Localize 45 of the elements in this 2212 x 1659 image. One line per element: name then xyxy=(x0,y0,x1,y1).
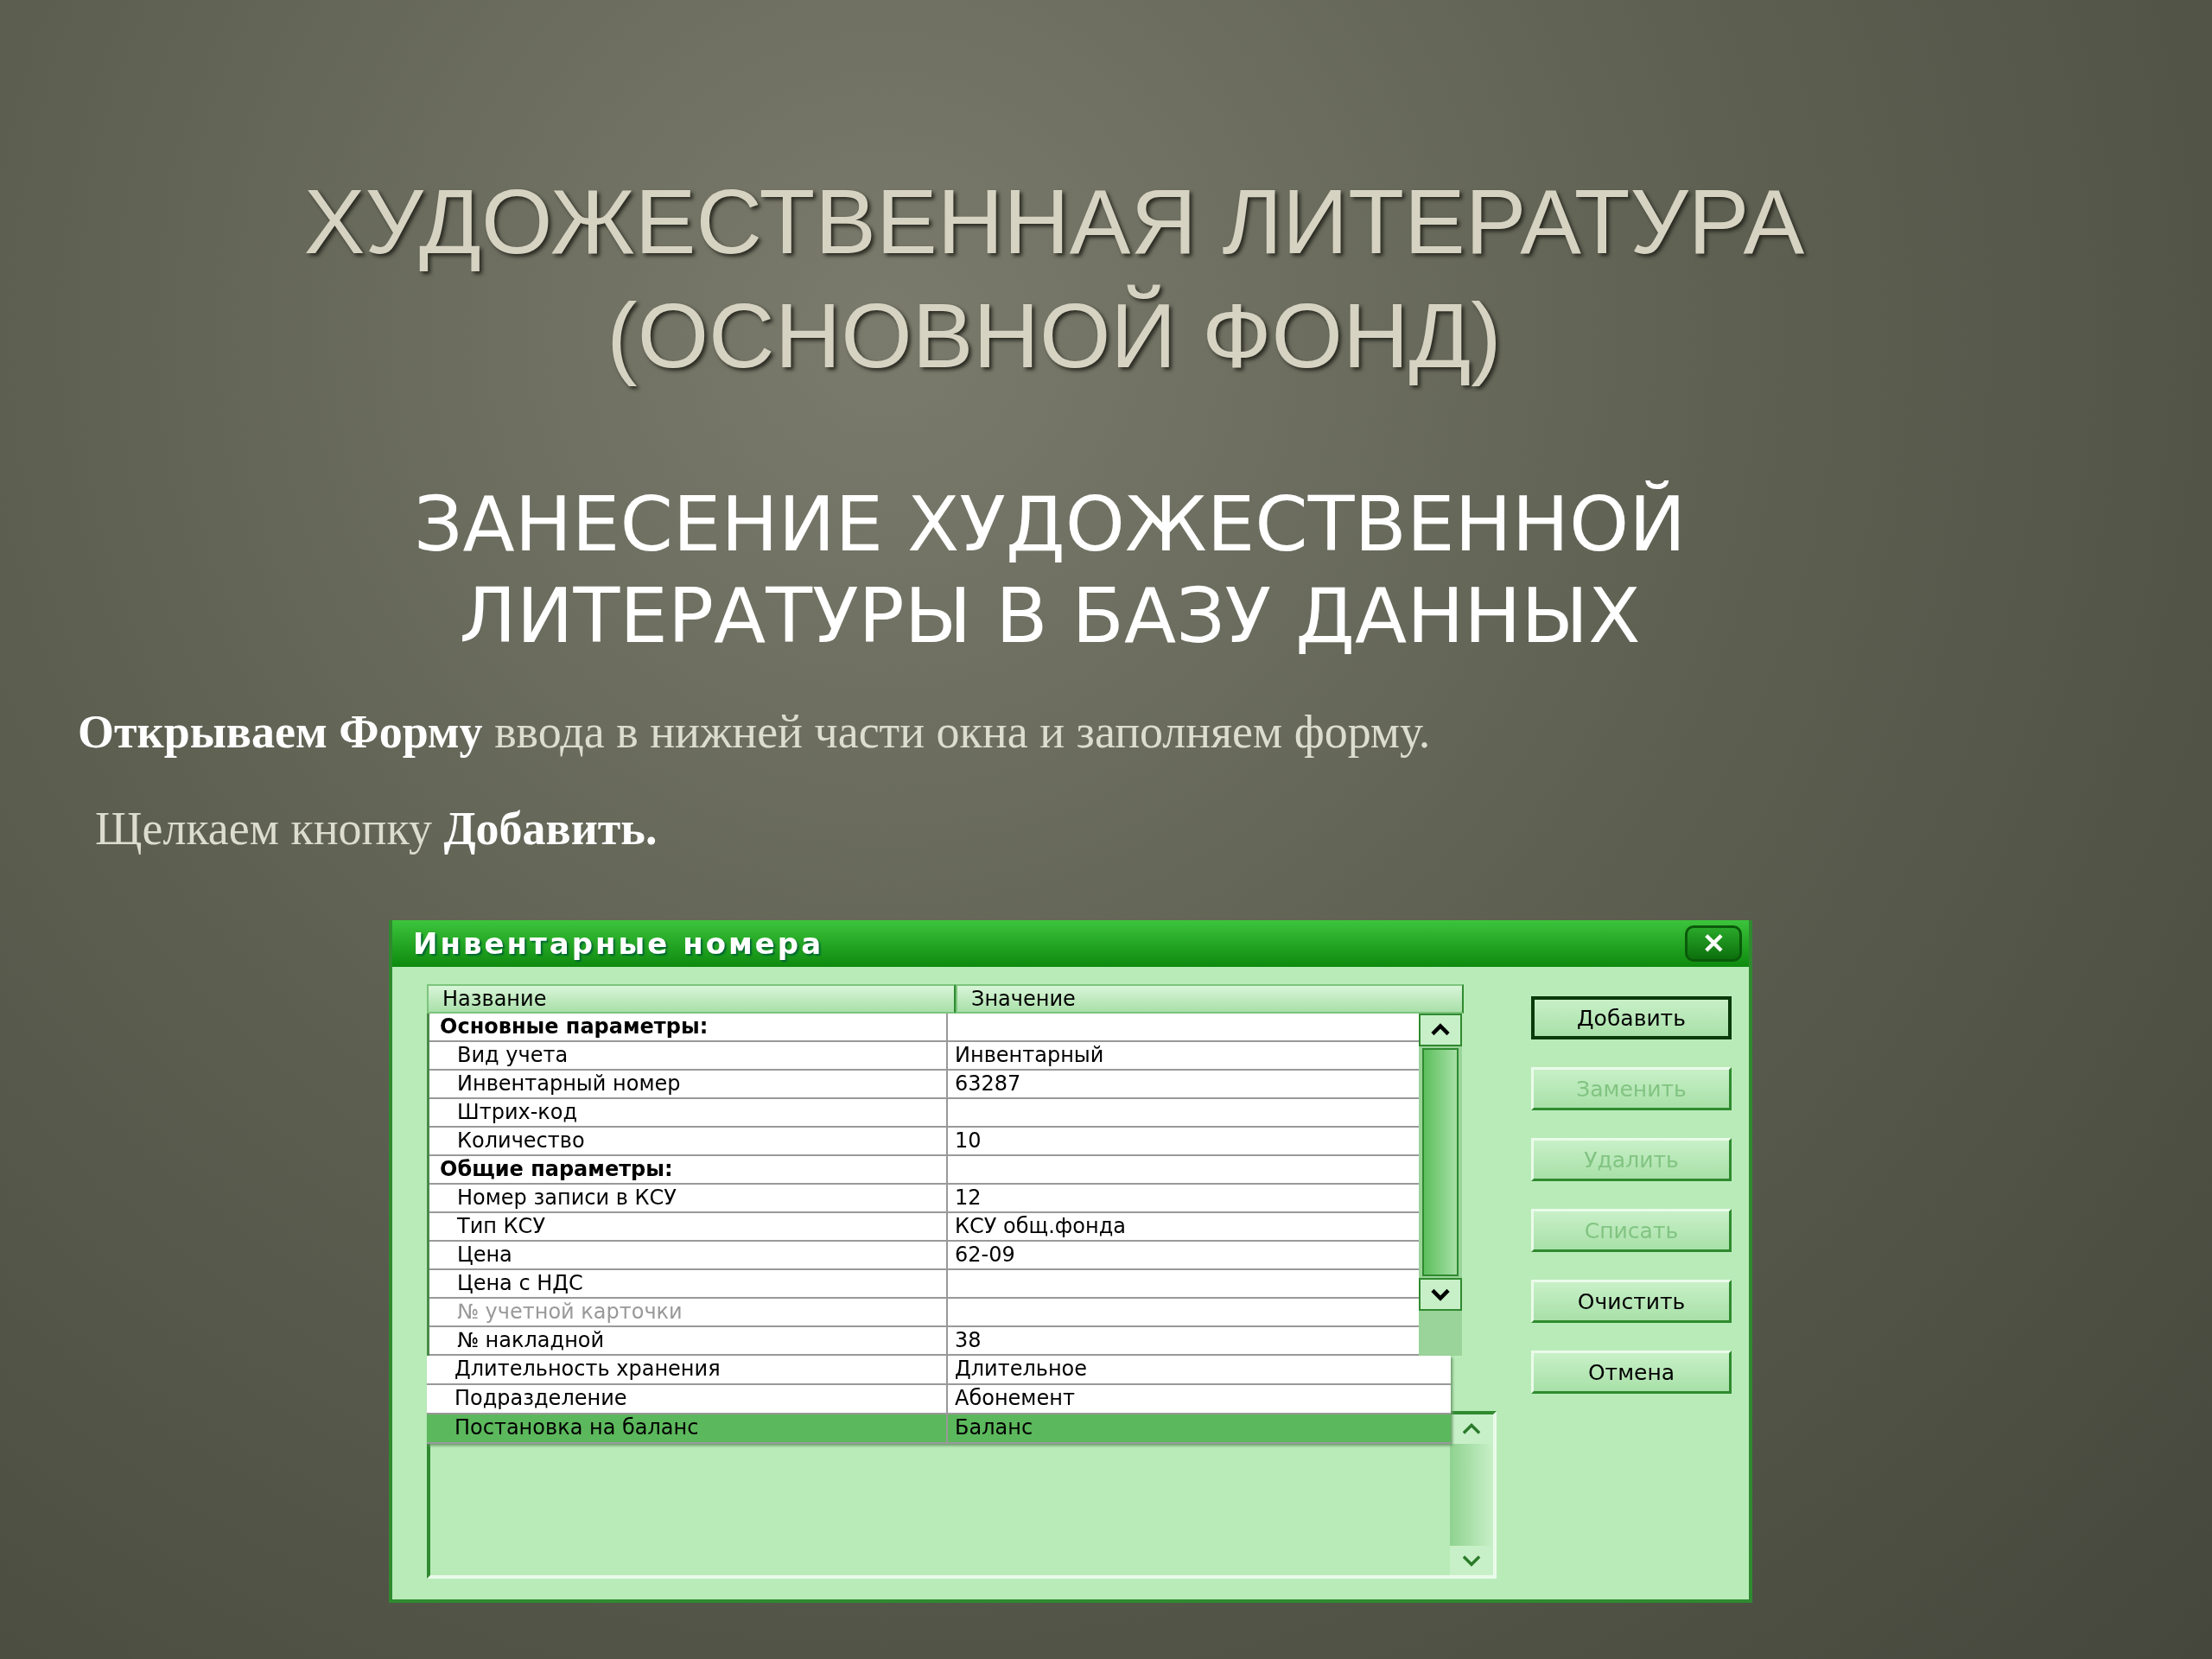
table-cell: Тип КСУ xyxy=(429,1213,948,1240)
dialog-button[interactable]: Добавить xyxy=(1531,996,1732,1039)
close-button[interactable]: ✕ xyxy=(1685,925,1742,962)
window-title: Инвентарные номера xyxy=(413,926,824,961)
column-header[interactable]: Значение xyxy=(956,984,1464,1014)
table-cell: Постановка на баланс xyxy=(427,1414,948,1442)
scroll-bar[interactable] xyxy=(1419,1014,1462,1356)
table-cell-text: Длительное xyxy=(954,1356,1088,1382)
dialog-button[interactable]: Очистить xyxy=(1531,1280,1732,1323)
dialog-button[interactable]: Отмена xyxy=(1531,1351,1732,1394)
table-cell-text: 63287 xyxy=(954,1071,1022,1097)
table-cell: Вид учета xyxy=(429,1042,948,1069)
column-header[interactable]: Название xyxy=(427,984,956,1014)
table-cell: № учетной карточки xyxy=(429,1299,948,1325)
table-cell-text: Инвентарный xyxy=(954,1042,1105,1069)
table-cell-text: Абонемент xyxy=(954,1385,1075,1412)
table-cell-text: 12 xyxy=(954,1185,982,1211)
table-cell: Подразделение xyxy=(427,1385,948,1413)
list-row[interactable]: Постановка на баланс Баланс xyxy=(427,1414,1451,1444)
slide-text: Открываем Форму ввода в нижней части окна и заполняем форму. xyxy=(78,705,1432,759)
scroll-down-icon[interactable] xyxy=(1419,1278,1462,1311)
table-cell: Цена xyxy=(429,1242,948,1268)
table-cell: Цена с НДС xyxy=(429,1270,948,1297)
table-cell-text: 62-09 xyxy=(954,1242,1016,1268)
slide-text: Щелкаем кнопку Добавить. xyxy=(95,802,658,855)
list-row[interactable]: Подразделение Абонемент xyxy=(427,1385,1451,1414)
slide-subtitle: ЛИТЕРАТУРЫ В БАЗУ ДАННЫХ xyxy=(459,570,1641,662)
slide-title: (ОСНОВНОЙ ФОНД) xyxy=(607,283,1502,388)
list-row[interactable]: Длительность хранения Длительное xyxy=(427,1356,1451,1385)
table-cell-text: 10 xyxy=(954,1128,982,1154)
table-cell: № накладной xyxy=(429,1327,948,1354)
table-cell: Номер записи в КСУ xyxy=(429,1185,948,1211)
table-cell: Длительность хранения xyxy=(427,1356,948,1383)
table-cell: Основные параметры: xyxy=(429,1014,948,1040)
slide-title: ХУДОЖЕСТВЕННАЯ ЛИТЕРАТУРА xyxy=(303,169,1805,274)
table-cell-text: 38 xyxy=(954,1327,982,1354)
table-cell-text: КСУ общ.фонда xyxy=(954,1213,1127,1240)
slide-subtitle: ЗАНЕСЕНИЕ ХУДОЖЕСТВЕННОЙ xyxy=(414,479,1686,570)
scroll-thumb[interactable] xyxy=(1422,1048,1459,1276)
table-cell-text: Баланс xyxy=(954,1414,1033,1441)
table-cell: Штрих-код xyxy=(429,1099,948,1126)
table-cell: Инвентарный номер xyxy=(429,1071,948,1097)
table-cell: Количество xyxy=(429,1128,948,1154)
scroll-up-icon[interactable] xyxy=(1419,1014,1462,1046)
table-cell: Общие параметры: xyxy=(429,1156,948,1183)
